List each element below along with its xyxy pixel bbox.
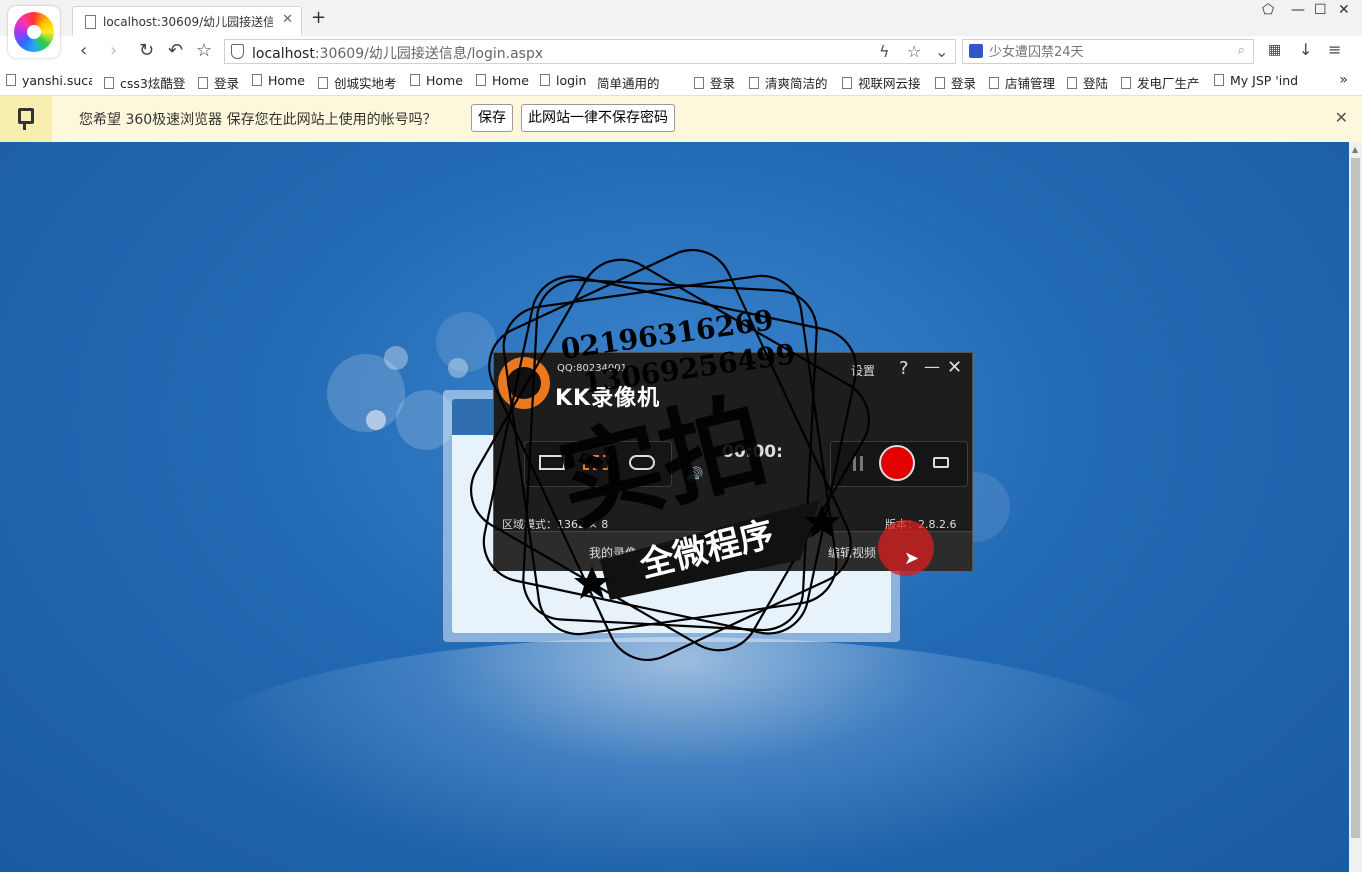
recorder-settings-button[interactable]: 设置 bbox=[851, 362, 875, 379]
kk-cat-logo-icon bbox=[498, 357, 550, 409]
record-controls bbox=[830, 441, 968, 487]
decor-bubble bbox=[366, 410, 386, 430]
game-mode-icon[interactable] bbox=[629, 455, 655, 470]
lightning-icon[interactable]: ϟ bbox=[879, 42, 890, 61]
region-mode-icon[interactable] bbox=[583, 455, 609, 470]
menu-icon[interactable]: ≡ bbox=[1328, 40, 1341, 59]
bookmark-item[interactable]: 登录 bbox=[198, 73, 246, 92]
camera-icon[interactable] bbox=[933, 457, 949, 468]
bookmark-item[interactable]: 创城实地考 bbox=[318, 73, 400, 92]
minimize-button[interactable]: — bbox=[1291, 2, 1305, 18]
bookmark-item[interactable]: 店铺管理 bbox=[989, 73, 1059, 92]
save-password-button[interactable]: 保存 bbox=[471, 104, 513, 132]
bookmark-item[interactable]: Home bbox=[252, 73, 310, 88]
search-box[interactable]: ⌕ bbox=[962, 39, 1254, 64]
bookmark-star-icon[interactable]: ☆ bbox=[907, 42, 921, 61]
password-save-bar: 您希望 360极速浏览器 保存您在此网站上使用的帐号吗？ 保存 此网站一律不保存… bbox=[0, 96, 1362, 143]
scroll-thumb[interactable] bbox=[1351, 158, 1360, 838]
never-save-button[interactable]: 此网站一律不保存密码 bbox=[521, 104, 675, 132]
record-button[interactable] bbox=[879, 445, 915, 481]
record-mode-group bbox=[524, 441, 672, 487]
bookmark-item[interactable]: 登录 bbox=[935, 73, 983, 92]
horizon-glow bbox=[180, 637, 1180, 872]
password-prompt-text: 您希望 360极速浏览器 保存您在此网站上使用的帐号吗？ bbox=[79, 112, 437, 128]
recorder-qq: QQ:80234001 bbox=[557, 363, 628, 374]
close-icon[interactable]: ✕ bbox=[1335, 108, 1348, 127]
kk-recorder-window: QQ:80234001 KK录像机 设置 ? — ✕ 00:00: 🔊 区域模式… bbox=[493, 352, 973, 571]
search-input[interactable] bbox=[987, 42, 1231, 62]
search-icon[interactable]: ⌕ bbox=[1238, 43, 1245, 58]
tab-title: localhost:30609/幼儿园接送信息 bbox=[103, 15, 273, 29]
decor-bubble bbox=[448, 358, 468, 378]
bookmark-item[interactable]: css3炫酷登 bbox=[104, 73, 186, 92]
bookmark-item[interactable]: Home bbox=[476, 73, 534, 88]
url-dropdown-icon[interactable]: ⌄ bbox=[935, 42, 948, 61]
bookmark-item[interactable]: 发电厂生产 bbox=[1121, 73, 1203, 92]
scroll-up-icon[interactable]: ▲ bbox=[1352, 145, 1358, 154]
vertical-scrollbar[interactable]: ▲ bbox=[1349, 142, 1362, 872]
tab-active[interactable]: localhost:30609/幼儿园接送信息 ✕ bbox=[72, 6, 302, 36]
forward-button[interactable]: › bbox=[110, 40, 117, 61]
download-icon[interactable]: ↓ bbox=[1299, 40, 1312, 59]
favorite-star-icon[interactable]: ☆ bbox=[196, 40, 212, 61]
recorder-minimize-icon[interactable]: — bbox=[924, 357, 940, 376]
edit-video-button[interactable]: 编辑视频 bbox=[828, 544, 876, 561]
pause-icon[interactable] bbox=[853, 456, 863, 471]
decor-bubble bbox=[384, 346, 408, 370]
bookmark-item[interactable]: Home bbox=[410, 73, 468, 88]
bookmarks-more-icon[interactable]: » bbox=[1339, 72, 1348, 88]
version-text: 版本：2.8.2.6 bbox=[885, 518, 957, 531]
undo-close-button[interactable]: ↶ bbox=[168, 40, 183, 61]
navigation-bar: ‹ › ↻ ↶ ☆ localhost:30609/幼儿园接送信息/login.… bbox=[0, 36, 1362, 69]
skin-icon[interactable]: ⬠ bbox=[1262, 2, 1274, 18]
tab-close-icon[interactable]: ✕ bbox=[282, 12, 293, 27]
bookmark-item[interactable]: 登录 bbox=[694, 73, 742, 92]
apps-grid-icon[interactable]: ▦ bbox=[1268, 42, 1281, 58]
bookmark-item[interactable]: 视联网云接 bbox=[842, 73, 922, 92]
browser-logo-icon[interactable] bbox=[8, 6, 60, 58]
bookmark-item[interactable]: 清爽简洁的 bbox=[749, 73, 829, 92]
back-button[interactable]: ‹ bbox=[80, 40, 87, 61]
fullscreen-mode-icon[interactable] bbox=[539, 455, 565, 470]
new-tab-button[interactable]: + bbox=[311, 7, 326, 28]
bookmark-item[interactable]: My JSP 'ind bbox=[1214, 73, 1300, 88]
bookmark-item[interactable]: yanshi.suca bbox=[6, 73, 92, 88]
bookmark-item[interactable]: K简单通用的 bbox=[597, 73, 681, 92]
reload-button[interactable]: ↻ bbox=[139, 40, 154, 61]
address-bar[interactable]: localhost:30609/幼儿园接送信息/login.aspx ϟ ☆ ⌄ bbox=[224, 39, 956, 64]
recorder-close-icon[interactable]: ✕ bbox=[947, 357, 962, 378]
bookmarks-bar: yanshi.suca css3炫酷登 登录 Home 创城实地考 Home H… bbox=[0, 68, 1362, 96]
speaker-icon[interactable]: 🔊 bbox=[686, 467, 703, 483]
bookmark-item[interactable]: login bbox=[540, 73, 590, 88]
url-text[interactable]: localhost:30609/幼儿园接送信息/login.aspx bbox=[252, 43, 543, 63]
baidu-paw-icon bbox=[969, 44, 983, 58]
security-shield-icon bbox=[231, 44, 244, 59]
recorder-footer: 我的录像 编辑视频 bbox=[494, 531, 972, 571]
tab-bar: localhost:30609/幼儿园接送信息 ✕ + ⬠ — ☐ ✕ bbox=[0, 0, 1362, 58]
record-timer: 00:00: bbox=[722, 442, 783, 462]
page-icon bbox=[85, 15, 96, 29]
key-icon bbox=[18, 108, 34, 124]
recorder-title: KK录像机 bbox=[555, 386, 661, 411]
bookmark-item[interactable]: 登陆 bbox=[1067, 73, 1115, 92]
maximize-button[interactable]: ☐ bbox=[1314, 2, 1327, 18]
help-icon[interactable]: ? bbox=[899, 358, 909, 379]
window-close-button[interactable]: ✕ bbox=[1338, 2, 1350, 18]
region-mode-text: 区域模式：1362 × 8 bbox=[502, 518, 609, 531]
my-videos-button[interactable]: 我的录像 bbox=[589, 544, 637, 561]
